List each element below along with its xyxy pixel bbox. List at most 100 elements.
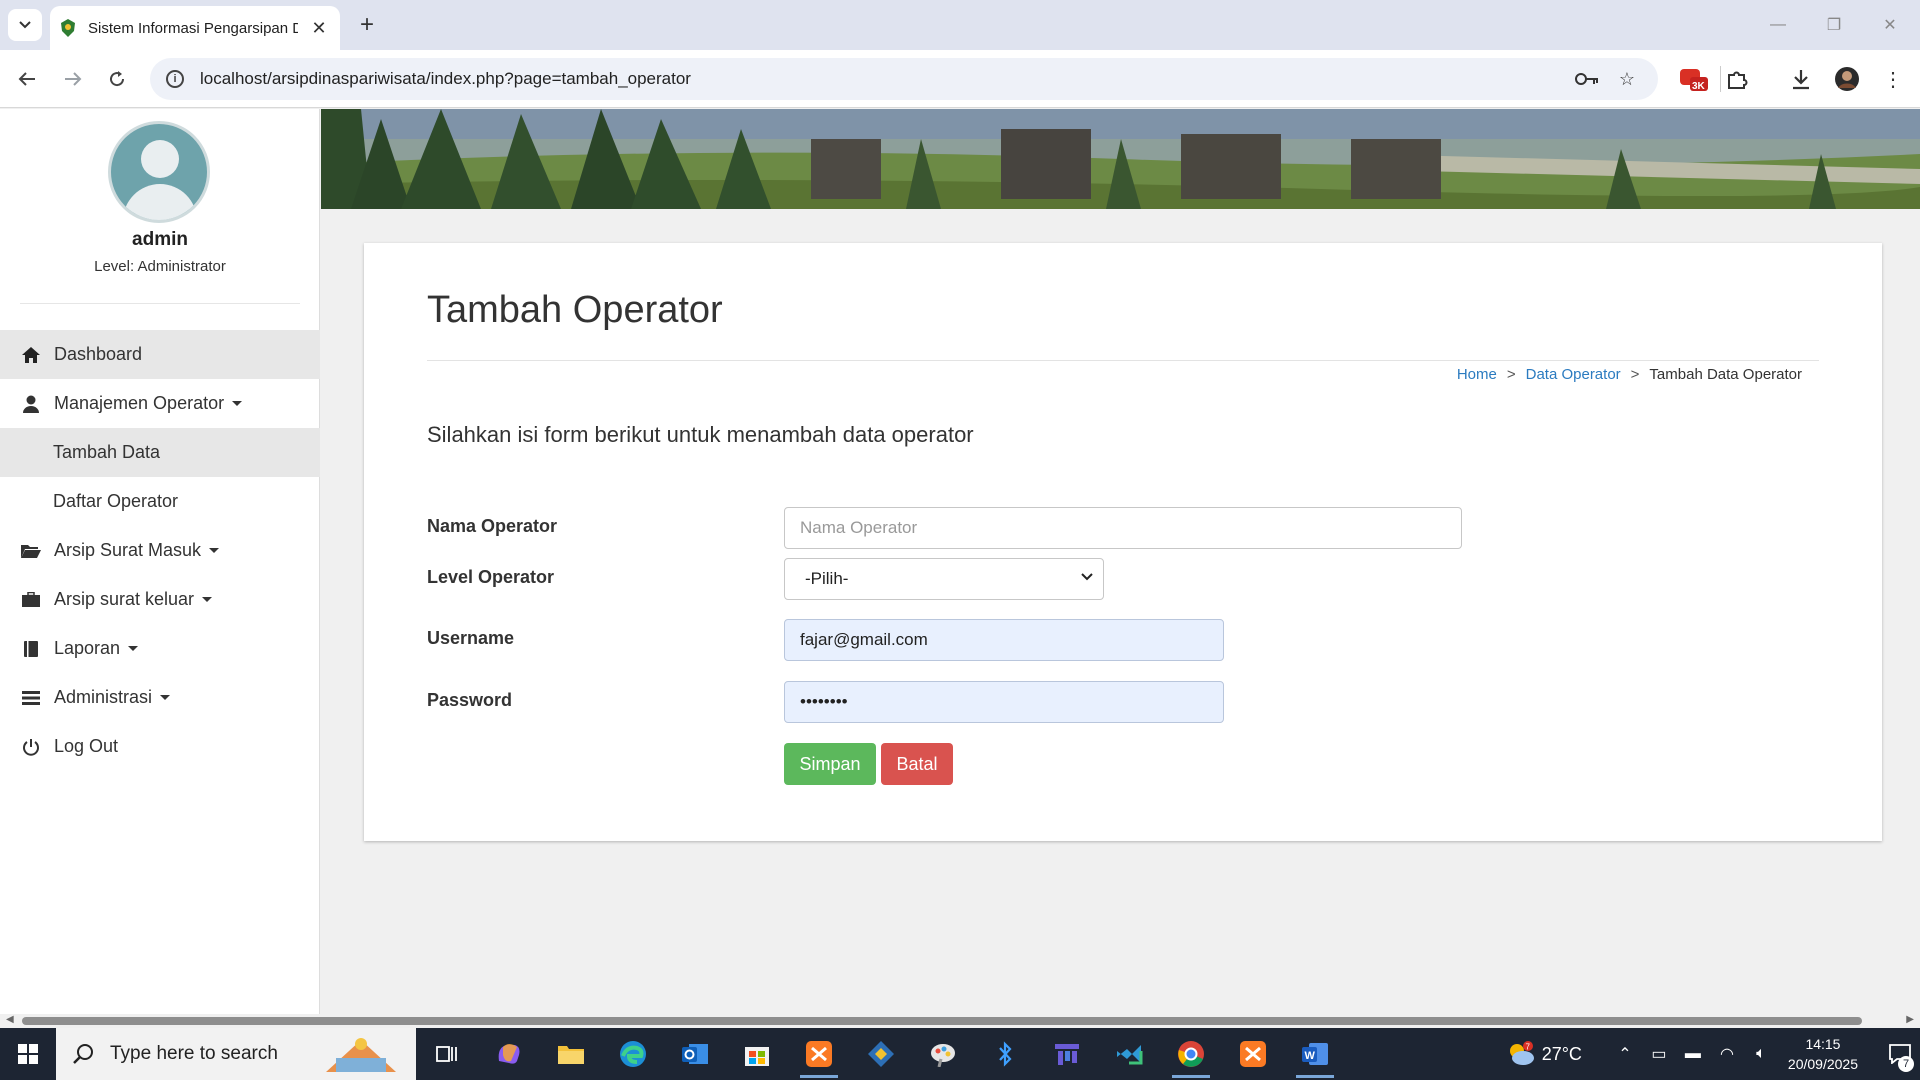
user-level: Level: Administrator — [94, 258, 226, 275]
download-icon[interactable] — [1784, 62, 1818, 96]
close-tab-icon[interactable]: ✕ — [308, 18, 330, 39]
browser-menu-icon[interactable]: ⋮ — [1876, 62, 1910, 96]
sidebar-item-daftar-operator[interactable]: Daftar Operator — [0, 477, 320, 526]
browser-tab[interactable]: Sistem Informasi Pengarsipan D ✕ — [50, 6, 340, 50]
bookmark-star-icon[interactable]: ☆ — [1610, 62, 1644, 96]
vscode-icon[interactable] — [1098, 1028, 1160, 1080]
page-viewport: admin Level: Administrator Dashboard Man… — [0, 109, 1920, 1017]
breadcrumb-current: Tambah Data Operator — [1649, 366, 1802, 383]
browser-toolbar: i localhost/arsipdinaspariwisata/index.p… — [0, 50, 1920, 108]
level-operator-selected: -Pilih- — [805, 569, 849, 588]
sidebar-item-manajemen-operator[interactable]: Manajemen Operator — [0, 379, 320, 428]
password-input[interactable]: •••••••• — [784, 681, 1224, 723]
windows-start-button[interactable] — [0, 1028, 56, 1080]
task-view-icon[interactable] — [416, 1028, 478, 1080]
horizontal-scrollbar[interactable]: ◀ ▶ — [0, 1014, 1920, 1028]
sidebar-item-log-out[interactable]: Log Out — [0, 722, 320, 771]
book-icon — [18, 640, 44, 658]
breadcrumb-home-link[interactable]: Home — [1457, 366, 1497, 383]
wifi-icon[interactable]: ◠ — [1710, 1044, 1744, 1064]
system-tray: 7 27°C ⌃ ▭ ▬ ◠ 🔈︎ 14:15 20/09/2025 7 — [1506, 1028, 1920, 1080]
new-tab-button[interactable]: + — [352, 10, 382, 40]
git-app-icon[interactable] — [850, 1028, 912, 1080]
restore-button[interactable]: ❐ — [1814, 10, 1854, 40]
username-value: fajar@gmail.com — [800, 630, 928, 649]
briefcase-icon — [18, 591, 44, 608]
level-operator-label: Level Operator — [427, 567, 555, 587]
paint-app-icon[interactable] — [912, 1028, 974, 1080]
address-bar[interactable]: i localhost/arsipdinaspariwisata/index.p… — [150, 58, 1658, 100]
avatar — [108, 121, 210, 223]
copilot-icon[interactable] — [478, 1028, 540, 1080]
search-icon — [73, 1044, 93, 1064]
notification-count-badge: 7 — [1898, 1056, 1914, 1072]
temperature-text: 27°C — [1541, 1043, 1582, 1064]
arrow-left-icon — [18, 72, 35, 86]
weather-widget[interactable]: 7 27°C — [1506, 1041, 1582, 1067]
title-divider — [427, 360, 1819, 361]
level-operator-select[interactable]: -Pilih- — [784, 558, 1104, 600]
back-button[interactable] — [10, 62, 44, 96]
sidebar-item-label: Log Out — [54, 736, 119, 756]
taskbar-search-box[interactable]: Type here to search — [56, 1028, 416, 1080]
caret-down-icon — [160, 695, 171, 700]
chevron-down-icon — [19, 21, 31, 29]
form-intro-text: Silahkan isi form berikut untuk menambah… — [427, 422, 974, 447]
sidebar-item-arsip-surat-keluar[interactable]: Arsip surat keluar — [0, 575, 320, 624]
nama-operator-input[interactable]: Nama Operator — [784, 507, 1462, 549]
sidebar-item-tambah-data[interactable]: Tambah Data — [0, 428, 320, 477]
forward-button[interactable] — [56, 62, 90, 96]
scroll-right-arrow-icon[interactable]: ▶ — [1906, 1014, 1914, 1025]
taskbar-clock[interactable]: 14:15 20/09/2025 — [1788, 1034, 1858, 1074]
file-explorer-icon[interactable] — [540, 1028, 602, 1080]
username-input[interactable]: fajar@gmail.com — [784, 619, 1224, 661]
caret-down-icon — [232, 401, 243, 406]
sidebar-item-label: Laporan — [54, 638, 121, 658]
extension-badge-icon[interactable]: 3K — [1676, 62, 1710, 96]
extensions-puzzle-icon[interactable] — [1720, 62, 1754, 96]
breadcrumb-data-operator-link[interactable]: Data Operator — [1526, 366, 1621, 383]
sidebar-menu: Dashboard Manajemen Operator Tambah Data… — [0, 330, 320, 771]
chrome-icon[interactable] — [1160, 1028, 1222, 1080]
xampp-control-icon[interactable] — [1222, 1028, 1284, 1080]
meet-now-icon[interactable]: ▭ — [1642, 1044, 1676, 1064]
sidebar-item-administrasi[interactable]: Administrasi — [0, 673, 320, 722]
scroll-left-arrow-icon[interactable]: ◀ — [6, 1014, 14, 1025]
sidebar-item-arsip-surat-masuk[interactable]: Arsip Surat Masuk — [0, 526, 320, 575]
sidebar-item-label: Tambah Data — [53, 442, 161, 462]
sidebar-item-laporan[interactable]: Laporan — [0, 624, 320, 673]
password-label: Password — [427, 690, 513, 710]
reload-button[interactable] — [100, 62, 134, 96]
caret-down-icon — [128, 646, 139, 651]
search-placeholder: Type here to search — [110, 1043, 278, 1064]
outlook-icon[interactable] — [664, 1028, 726, 1080]
save-button[interactable]: Simpan — [784, 743, 876, 785]
username-label: Username — [427, 628, 515, 648]
chevron-up-icon[interactable]: ⌃ — [1608, 1044, 1642, 1064]
cancel-button[interactable]: Batal — [881, 743, 953, 785]
close-window-button[interactable]: ✕ — [1870, 10, 1910, 40]
edge-browser-icon[interactable] — [602, 1028, 664, 1080]
site-favicon-icon — [60, 19, 76, 37]
notification-center-button[interactable]: 7 — [1880, 1028, 1920, 1080]
profile-avatar[interactable] — [1830, 62, 1864, 96]
volume-icon[interactable]: 🔈︎ — [1744, 1045, 1778, 1063]
page-title: Tambah Operator — [427, 289, 723, 331]
word-icon[interactable]: W — [1284, 1028, 1346, 1080]
minimize-button[interactable]: — — [1758, 10, 1798, 40]
tab-search-button[interactable] — [8, 9, 42, 41]
form-card: Tambah Operator Home > Data Operator > T… — [364, 243, 1882, 841]
password-key-icon[interactable] — [1570, 62, 1604, 96]
site-info-icon[interactable]: i — [166, 70, 184, 88]
breadcrumb-separator: > — [1630, 366, 1640, 383]
database-tool-icon[interactable] — [1036, 1028, 1098, 1080]
caret-down-icon — [202, 597, 213, 602]
battery-icon[interactable]: ▬ — [1676, 1045, 1710, 1063]
home-icon — [18, 346, 44, 364]
microsoft-store-icon[interactable] — [726, 1028, 788, 1080]
scrollbar-thumb[interactable] — [22, 1017, 1862, 1025]
bluetooth-icon[interactable] — [974, 1028, 1036, 1080]
sidebar-item-label: Arsip Surat Masuk — [54, 540, 202, 560]
sidebar-item-dashboard[interactable]: Dashboard — [0, 330, 320, 379]
xampp-icon[interactable] — [788, 1028, 850, 1080]
